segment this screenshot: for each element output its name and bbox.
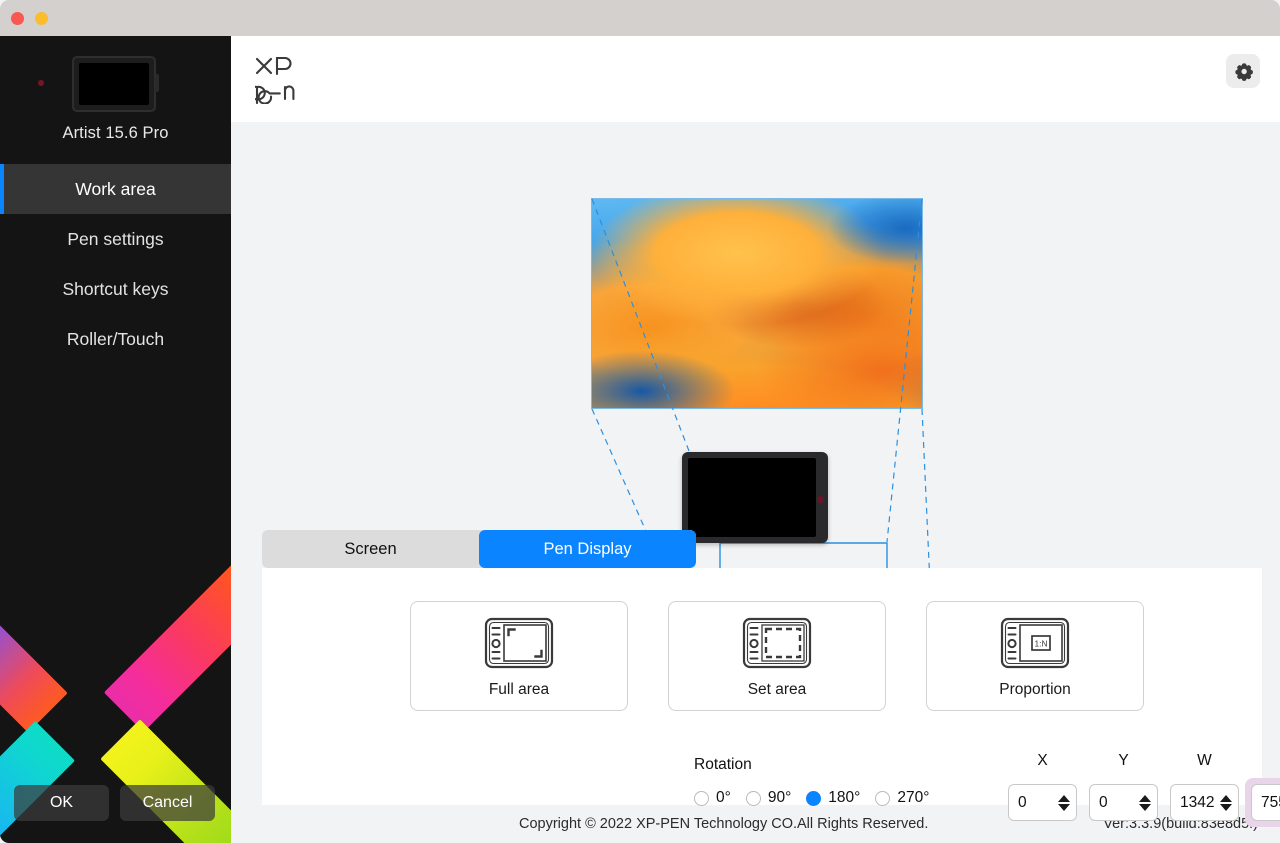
radio-icon-selected (806, 790, 822, 806)
coordinate-field-h: H 755 (1245, 752, 1280, 827)
proportion-icon: 1:N (1000, 617, 1070, 669)
rotation-option-label: 270° (897, 789, 930, 806)
sidebar-item-shortcut-keys[interactable]: Shortcut keys (0, 264, 231, 314)
mode-proportion[interactable]: 1:N Proportion (926, 601, 1144, 711)
device-summary: Artist 15.6 Pro (0, 36, 231, 164)
cancel-button[interactable]: Cancel (120, 785, 215, 821)
main-content: Default Screen Pen Display (231, 36, 1280, 843)
chevron-down-icon[interactable] (1220, 803, 1232, 811)
sidebar-item-label: Shortcut keys (62, 279, 169, 299)
gear-icon (1234, 62, 1253, 81)
sidebar-item-roller-touch[interactable]: Roller/Touch (0, 314, 231, 364)
xp-pen-logo (248, 56, 315, 105)
rotation-option-label: 180° (828, 789, 861, 806)
y-input[interactable]: 0 (1089, 784, 1158, 821)
x-bar-cyan (0, 721, 75, 843)
radio-icon (875, 790, 891, 806)
device-name: Artist 15.6 Pro (62, 124, 169, 142)
chevron-up-icon[interactable] (1058, 794, 1070, 802)
sidebar-item-pen-settings[interactable]: Pen settings (0, 214, 231, 264)
rotation-option-0[interactable]: 0° (694, 789, 731, 807)
h-focus-ring: 755 (1245, 778, 1280, 827)
mode-label: Set area (747, 681, 807, 698)
app-header (231, 36, 1280, 122)
w-input[interactable]: 1342 (1170, 784, 1239, 821)
x-bar-magenta (103, 553, 231, 733)
tab-screen[interactable]: Screen (262, 530, 479, 568)
chevron-up-icon[interactable] (1139, 794, 1151, 802)
full-area-icon (484, 617, 554, 669)
h-input[interactable]: 755 (1251, 784, 1280, 821)
work-area-panel: Full area Set area 1:N Proportion Rotati… (262, 568, 1280, 827)
x-bar-yellow (100, 719, 231, 843)
monitor-wallpaper (592, 199, 922, 408)
set-area-icon (742, 617, 812, 669)
mode-label: Full area (488, 681, 550, 698)
rotation-option-180[interactable]: 180° (806, 789, 860, 807)
tablet-side-nub-icon (155, 74, 159, 92)
sidebar-item-label: Pen settings (67, 229, 164, 249)
minimize-window-button[interactable] (35, 12, 48, 25)
chevron-down-icon[interactable] (1139, 803, 1151, 811)
tablet-icon (72, 56, 156, 112)
mapping-target-tabs: Screen Pen Display (262, 530, 696, 568)
h-value: 755 (1261, 793, 1280, 811)
rotation-option-270[interactable]: 270° (875, 789, 929, 807)
sidebar: Artist 15.6 Pro Work area Pen settings S… (0, 36, 231, 843)
rotation-option-90[interactable]: 90° (745, 789, 792, 807)
coordinate-field-y: Y 0 (1083, 752, 1164, 827)
tab-pen-display[interactable]: Pen Display (479, 530, 696, 568)
mode-full-area[interactable]: Full area (410, 601, 628, 711)
sidebar-actions: OK Cancel (0, 785, 231, 821)
x-value: 0 (1018, 793, 1027, 811)
mode-label: Proportion (999, 681, 1071, 698)
coordinate-header: Y (1118, 752, 1129, 769)
w-stepper[interactable] (1220, 794, 1232, 811)
sidebar-nav: Work area Pen settings Shortcut keys Rol… (0, 164, 231, 364)
tablet-led-icon (38, 80, 44, 86)
title-bar (0, 0, 1280, 36)
app-window: Artist 15.6 Pro Work area Pen settings S… (0, 0, 1280, 843)
pen-display-preview[interactable] (682, 452, 828, 543)
tablet-led-icon (817, 496, 824, 503)
tab-label: Pen Display (543, 539, 632, 558)
ok-button[interactable]: OK (14, 785, 109, 821)
coordinate-fields: X 0 Y 0 W 1342 75 (1002, 752, 1280, 827)
coordinate-header: H (1245, 752, 1280, 778)
chevron-up-icon[interactable] (1220, 794, 1232, 802)
mode-set-area[interactable]: Set area (668, 601, 886, 711)
w-value: 1342 (1180, 793, 1215, 811)
close-window-button[interactable] (11, 12, 24, 25)
coordinate-header: W (1197, 752, 1212, 769)
chevron-down-icon[interactable] (1058, 803, 1070, 811)
monitor-preview (591, 198, 923, 409)
rotation-option-label: 0° (716, 789, 731, 806)
radio-icon (694, 790, 709, 806)
x-input[interactable]: 0 (1008, 784, 1077, 821)
settings-button[interactable] (1226, 54, 1260, 88)
sidebar-item-work-area[interactable]: Work area (0, 164, 231, 214)
x-bar-purple (0, 557, 68, 733)
proportion-ratio-text: 1:N (1034, 638, 1047, 648)
rotation-option-label: 90° (767, 789, 792, 806)
sidebar-item-label: Roller/Touch (66, 329, 165, 349)
coordinate-header: X (1037, 752, 1048, 769)
radio-icon (745, 790, 761, 806)
sidebar-item-label: Work area (75, 179, 156, 199)
wallpaper-layer-shadow (592, 199, 922, 408)
y-stepper[interactable] (1139, 794, 1151, 811)
tab-label: Screen (344, 539, 397, 558)
y-value: 0 (1099, 793, 1108, 811)
x-stepper[interactable] (1058, 794, 1070, 811)
coordinate-field-w: W 1342 (1164, 752, 1245, 827)
rotation-radio-group: 0° 90° 180° 270° (694, 789, 944, 807)
coordinate-field-x: X 0 (1002, 752, 1083, 827)
rotation-label: Rotation (694, 756, 752, 773)
copyright-text: Copyright © 2022 XP-PEN Technology CO.Al… (519, 816, 929, 832)
area-mode-group: Full area Set area 1:N Proportion (410, 601, 1144, 711)
